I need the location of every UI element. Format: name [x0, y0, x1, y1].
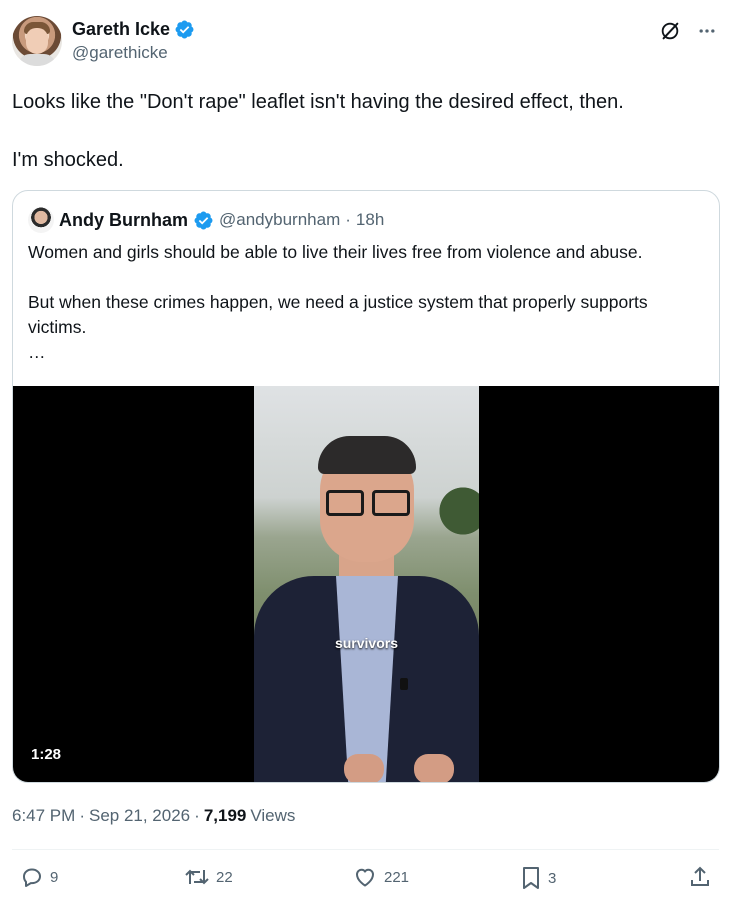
author-name-block: Gareth Icke @garethicke	[72, 19, 195, 63]
repost-button[interactable]: 22	[184, 865, 233, 889]
tweet-time[interactable]: 6:47 PM	[12, 806, 75, 826]
reply-icon	[23, 868, 41, 887]
share-icon	[691, 866, 709, 886]
video-player[interactable]: survivors 1:28	[13, 386, 719, 782]
author-avatar[interactable]	[12, 16, 62, 66]
meta-separator: ·	[79, 806, 85, 825]
share-button[interactable]	[688, 865, 712, 889]
quoted-text: Women and girls should be able to live t…	[28, 242, 648, 362]
author-handle[interactable]: @garethicke	[72, 43, 195, 63]
views-count: 7,199	[203, 806, 247, 825]
video-frame	[254, 386, 479, 782]
quoted-separator: ·	[345, 210, 351, 229]
like-icon	[356, 868, 374, 887]
video-caption: survivors	[334, 635, 399, 651]
reply-count: 9	[50, 868, 59, 886]
repost-count: 22	[216, 868, 233, 886]
author-display-name[interactable]: Gareth Icke	[72, 19, 170, 40]
quoted-tweet[interactable]: Andy Burnham @andyburnham · 18h Women an…	[12, 190, 720, 783]
quoted-avatar[interactable]	[28, 207, 54, 233]
more-icon[interactable]	[697, 21, 717, 41]
reply-button[interactable]: 9	[20, 865, 58, 889]
action-bar: 9 22 221 3	[12, 865, 719, 895]
quoted-header: Andy Burnham @andyburnham · 18h	[28, 207, 384, 233]
bookmark-count: 3	[548, 869, 557, 887]
quoted-age: 18h	[355, 210, 385, 229]
views-label: Views	[250, 806, 296, 825]
bookmark-button[interactable]: 3	[520, 865, 556, 891]
bookmark-icon	[523, 867, 539, 889]
verified-badge-icon	[194, 211, 213, 229]
quoted-display-name: Andy Burnham	[59, 209, 189, 230]
quoted-handle: @andyburnham	[219, 210, 341, 229]
divider	[12, 849, 719, 850]
tweet-date[interactable]: Sep 21, 2026	[89, 806, 190, 826]
tweet-header: Gareth Icke @garethicke	[12, 16, 719, 68]
meta-separator: ·	[194, 806, 200, 825]
verified-badge-icon	[175, 20, 194, 39]
video-duration: 1:28	[31, 746, 62, 763]
tweet-text: Looks like the "Don't rape" leaflet isn'…	[12, 91, 624, 171]
repost-icon	[185, 869, 209, 885]
grok-icon[interactable]	[659, 20, 681, 42]
like-button[interactable]: 221	[352, 865, 409, 889]
like-count: 221	[384, 868, 410, 886]
tweet-meta: 6:47 PM · Sep 21, 2026 · 7,199 Views	[12, 806, 295, 826]
